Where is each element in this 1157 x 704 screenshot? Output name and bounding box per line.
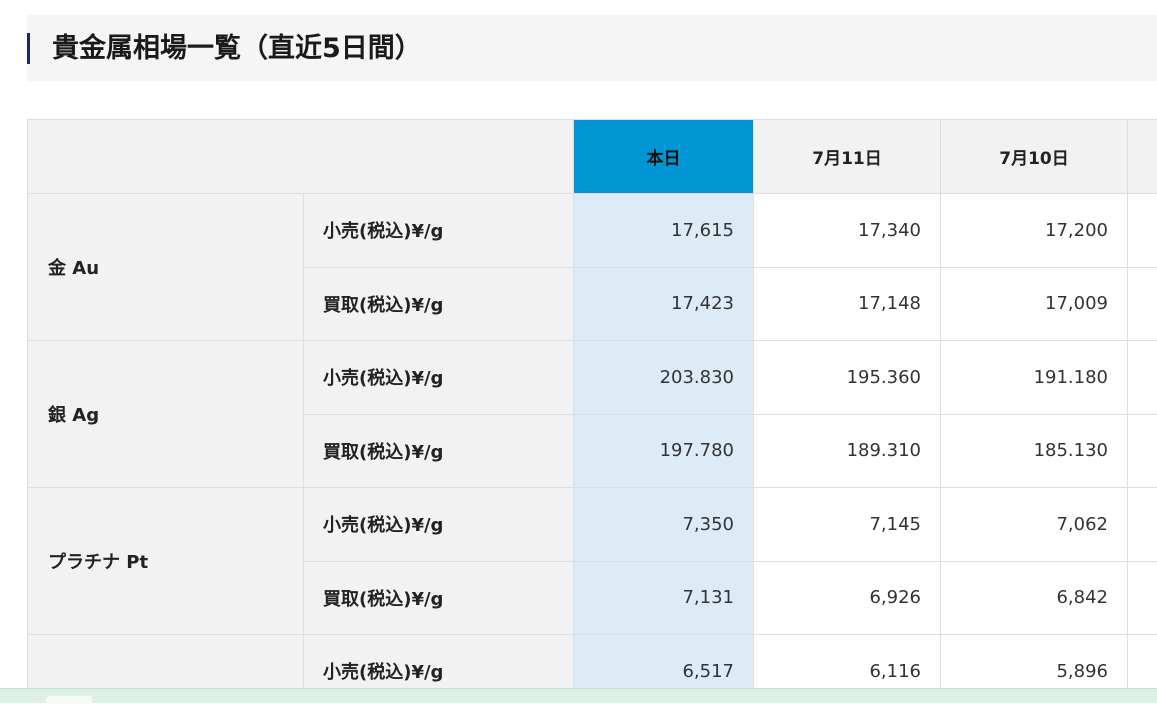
rate-type-label: 小売(税込)¥/g — [304, 488, 574, 562]
price-cell: 6,842 — [941, 561, 1128, 635]
price-cell-clipped — [1128, 635, 1157, 689]
price-cell: 185.130 — [941, 414, 1128, 488]
rate-type-label: 買取(税込)¥/g — [304, 414, 574, 488]
price-cell: 7,145 — [754, 488, 941, 562]
metal-label-platinum: プラチナ Pt — [28, 488, 304, 635]
price-cell-clipped — [1128, 561, 1157, 635]
metal-label-silver: 銀 Ag — [28, 341, 304, 488]
price-cell: 5,896 — [941, 635, 1128, 689]
bottom-tab[interactable] — [46, 696, 92, 704]
rate-type-label: 小売(税込)¥/g — [304, 635, 574, 689]
price-cell-today: 6,517 — [574, 635, 754, 689]
column-header-date: 7月11日 — [754, 120, 941, 194]
table-header-row: 本日 7月11日 7月10日 — [28, 120, 1157, 194]
price-cell-clipped — [1128, 488, 1157, 562]
price-cell: 7,062 — [941, 488, 1128, 562]
table-row: 金 Au 小売(税込)¥/g 17,615 17,340 17,200 — [28, 194, 1157, 268]
price-cell-today: 203.830 — [574, 341, 754, 415]
table-row: 銀 Ag 小売(税込)¥/g 203.830 195.360 191.180 — [28, 341, 1157, 415]
column-header-date: 7月10日 — [941, 120, 1128, 194]
rate-type-label: 買取(税込)¥/g — [304, 561, 574, 635]
header-corner-cell — [28, 120, 574, 194]
price-cell: 6,116 — [754, 635, 941, 689]
price-cell-clipped — [1128, 194, 1157, 268]
page-title: 貴金属相場一覧（直近5日間） — [52, 28, 422, 70]
price-table-container[interactable]: 本日 7月11日 7月10日 金 Au 小売(税込)¥/g 17,615 17,… — [27, 119, 1157, 688]
table-row: 小売(税込)¥/g 6,517 6,116 5,896 — [28, 635, 1157, 689]
price-cell-clipped — [1128, 414, 1157, 488]
column-header-date-clipped — [1128, 120, 1157, 194]
rate-type-label: 小売(税込)¥/g — [304, 194, 574, 268]
price-cell: 17,148 — [754, 267, 941, 341]
price-cell: 17,200 — [941, 194, 1128, 268]
price-cell-today: 7,131 — [574, 561, 754, 635]
price-cell-today: 197.780 — [574, 414, 754, 488]
price-cell: 17,340 — [754, 194, 941, 268]
title-accent-bar — [27, 33, 30, 64]
column-header-today: 本日 — [574, 120, 754, 194]
rate-type-label: 小売(税込)¥/g — [304, 341, 574, 415]
metal-label — [28, 635, 304, 689]
price-cell-today: 17,423 — [574, 267, 754, 341]
price-cell: 195.360 — [754, 341, 941, 415]
rate-type-label: 買取(税込)¥/g — [304, 267, 574, 341]
price-cell: 17,009 — [941, 267, 1128, 341]
table-row: プラチナ Pt 小売(税込)¥/g 7,350 7,145 7,062 — [28, 488, 1157, 562]
price-cell: 191.180 — [941, 341, 1128, 415]
price-cell-today: 7,350 — [574, 488, 754, 562]
price-cell: 189.310 — [754, 414, 941, 488]
price-cell-today: 17,615 — [574, 194, 754, 268]
price-cell-clipped — [1128, 341, 1157, 415]
bottom-taskbar-strip — [0, 688, 1157, 703]
price-cell: 6,926 — [754, 561, 941, 635]
price-cell-clipped — [1128, 267, 1157, 341]
price-table: 本日 7月11日 7月10日 金 Au 小売(税込)¥/g 17,615 17,… — [27, 119, 1157, 688]
metal-label-gold: 金 Au — [28, 194, 304, 341]
